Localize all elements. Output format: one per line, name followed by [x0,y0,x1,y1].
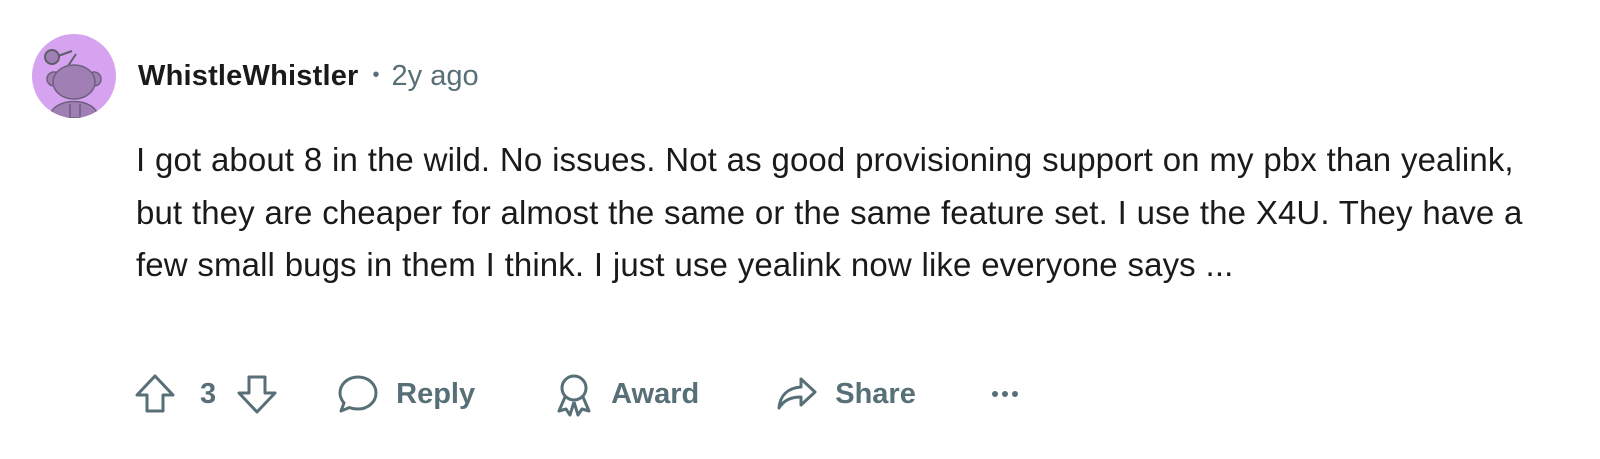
meta-separator: • [372,63,380,86]
speech-bubble-icon [338,375,378,413]
upvote-arrow-icon [135,374,175,413]
comment-body: I got about 8 in the wild. No issues. No… [136,134,1536,292]
upvote-button[interactable] [132,371,178,417]
more-options-button[interactable] [990,388,1020,400]
share-button[interactable]: Share [775,372,916,416]
reply-label: Reply [396,377,476,410]
award-label: Award [611,377,700,410]
share-label: Share [835,377,916,410]
comment: WhistleWhistler • 2y ago I got about 8 i… [0,0,1600,459]
comment-body-text: I got about 8 in the wild. No issues. No… [136,141,1523,283]
comment-meta: WhistleWhistler • 2y ago [138,56,479,96]
avatar[interactable] [32,34,116,118]
ellipsis-icon [991,391,1018,397]
comment-timestamp[interactable]: 2y ago [392,60,479,93]
reply-button[interactable]: Reply [336,372,475,416]
award-button[interactable]: Award [553,371,699,417]
author-username[interactable]: WhistleWhistler [138,60,359,93]
downvote-arrow-icon [237,375,277,414]
vote-count: 3 [200,377,217,410]
comment-action-bar: 3 Reply Award Share [132,366,1020,422]
share-arrow-icon [777,377,817,410]
award-ribbon-icon [557,374,591,417]
downvote-button[interactable] [234,371,280,417]
snoo-avatar-icon [44,49,102,118]
